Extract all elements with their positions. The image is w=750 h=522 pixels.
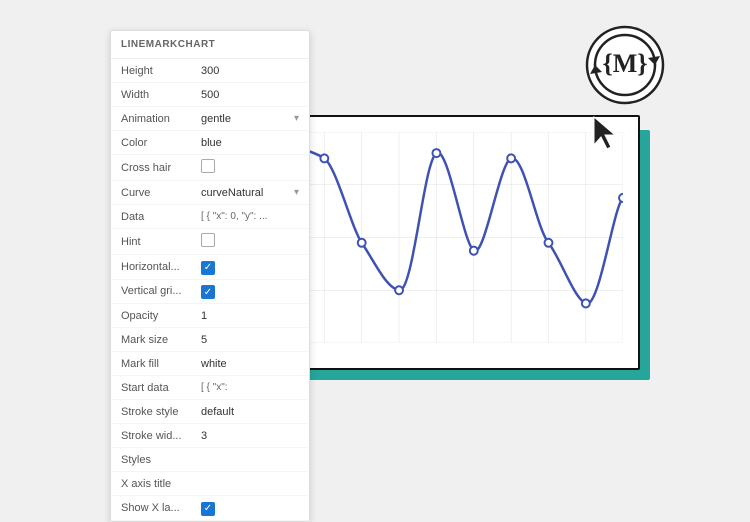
prop-row-horizontal---: Horizontal...✓ — [111, 255, 309, 280]
prop-value: 5 — [201, 334, 299, 346]
checkbox-cross-hair[interactable] — [201, 159, 215, 173]
prop-value: 300 — [201, 65, 299, 77]
logo-svg: {M} — [580, 20, 670, 110]
prop-row-curve: CurvecurveNatural▾ — [111, 181, 309, 205]
prop-label: Width — [121, 89, 201, 101]
prop-row-hint: Hint — [111, 229, 309, 255]
checkbox-show-x-la---[interactable]: ✓ — [201, 502, 215, 516]
prop-label: Stroke style — [121, 406, 201, 418]
cursor-arrow — [590, 115, 620, 158]
prop-value[interactable]: ✓ — [201, 259, 215, 275]
prop-label: Data — [121, 211, 201, 223]
prop-row-width: Width500 — [111, 83, 309, 107]
prop-row-mark-fill: Mark fillwhite — [111, 352, 309, 376]
chart-container: 0 2 4 6 8 0 1 2 3 4 5 6 7 8 9 — [255, 115, 640, 370]
prop-label: Styles — [121, 454, 201, 466]
prop-row-stroke-style: Stroke styledefault — [111, 400, 309, 424]
prop-row-height: Height300 — [111, 59, 309, 83]
prop-row-data: Data[ { "x": 0, "y": ... — [111, 205, 309, 229]
prop-label: Opacity — [121, 310, 201, 322]
prop-value[interactable]: ✓ — [201, 500, 215, 516]
prop-row-cross-hair: Cross hair — [111, 155, 309, 181]
prop-value[interactable] — [201, 159, 215, 176]
prop-row-start-data: Start data[ { "x": — [111, 376, 309, 400]
main-container: LINEMARKCHART Height300Width500Animation… — [0, 0, 750, 501]
prop-label: Mark fill — [121, 358, 201, 370]
chart-svg: 0 2 4 6 8 0 1 2 3 4 5 6 7 8 9 — [287, 132, 623, 343]
prop-value[interactable]: curveNatural▾ — [201, 187, 299, 199]
properties-panel: LINEMARKCHART Height300Width500Animation… — [110, 30, 310, 522]
checkbox-horizontal---[interactable]: ✓ — [201, 261, 215, 275]
prop-label: Mark size — [121, 334, 201, 346]
chevron-down-icon: ▾ — [294, 113, 299, 124]
chevron-down-icon: ▾ — [294, 187, 299, 198]
prop-value[interactable] — [201, 233, 215, 250]
prop-row-animation: Animationgentle▾ — [111, 107, 309, 131]
prop-label: Stroke wid... — [121, 430, 201, 442]
panel-title: LINEMARKCHART — [111, 31, 309, 59]
prop-value: 500 — [201, 89, 299, 101]
prop-value[interactable]: gentle▾ — [201, 113, 299, 125]
prop-value: blue — [201, 137, 299, 149]
prop-row-vertical-gri---: Vertical gri...✓ — [111, 280, 309, 305]
prop-row-show-x-la---: Show X la...✓ — [111, 496, 309, 521]
prop-value: white — [201, 358, 299, 370]
checkbox-vertical-gri---[interactable]: ✓ — [201, 285, 215, 299]
prop-row-opacity: Opacity1 — [111, 304, 309, 328]
prop-label: X axis title — [121, 478, 201, 490]
prop-value: [ { "x": — [201, 382, 299, 393]
prop-label: Color — [121, 137, 201, 149]
prop-row-styles: Styles — [111, 448, 309, 472]
prop-value: 3 — [201, 430, 299, 442]
prop-row-x-axis-title: X axis title — [111, 472, 309, 496]
prop-value: [ { "x": 0, "y": ... — [201, 211, 299, 222]
checkbox-hint[interactable] — [201, 233, 215, 247]
prop-label: Horizontal... — [121, 261, 201, 273]
prop-row-mark-size: Mark size5 — [111, 328, 309, 352]
prop-value: 1 — [201, 310, 299, 322]
prop-value: default — [201, 406, 299, 418]
prop-row-color: Colorblue — [111, 131, 309, 155]
prop-row-stroke-wid---: Stroke wid...3 — [111, 424, 309, 448]
prop-label: Cross hair — [121, 162, 201, 174]
prop-label: Height — [121, 65, 201, 77]
prop-label: Curve — [121, 187, 201, 199]
prop-label: Start data — [121, 382, 201, 394]
prop-value[interactable]: ✓ — [201, 284, 215, 300]
prop-label: Show X la... — [121, 502, 201, 514]
prop-label: Vertical gri... — [121, 285, 201, 297]
prop-label: Animation — [121, 113, 201, 125]
svg-text:{M}: {M} — [602, 49, 647, 78]
logo-container: {M} — [580, 20, 670, 110]
prop-label: Hint — [121, 236, 201, 248]
